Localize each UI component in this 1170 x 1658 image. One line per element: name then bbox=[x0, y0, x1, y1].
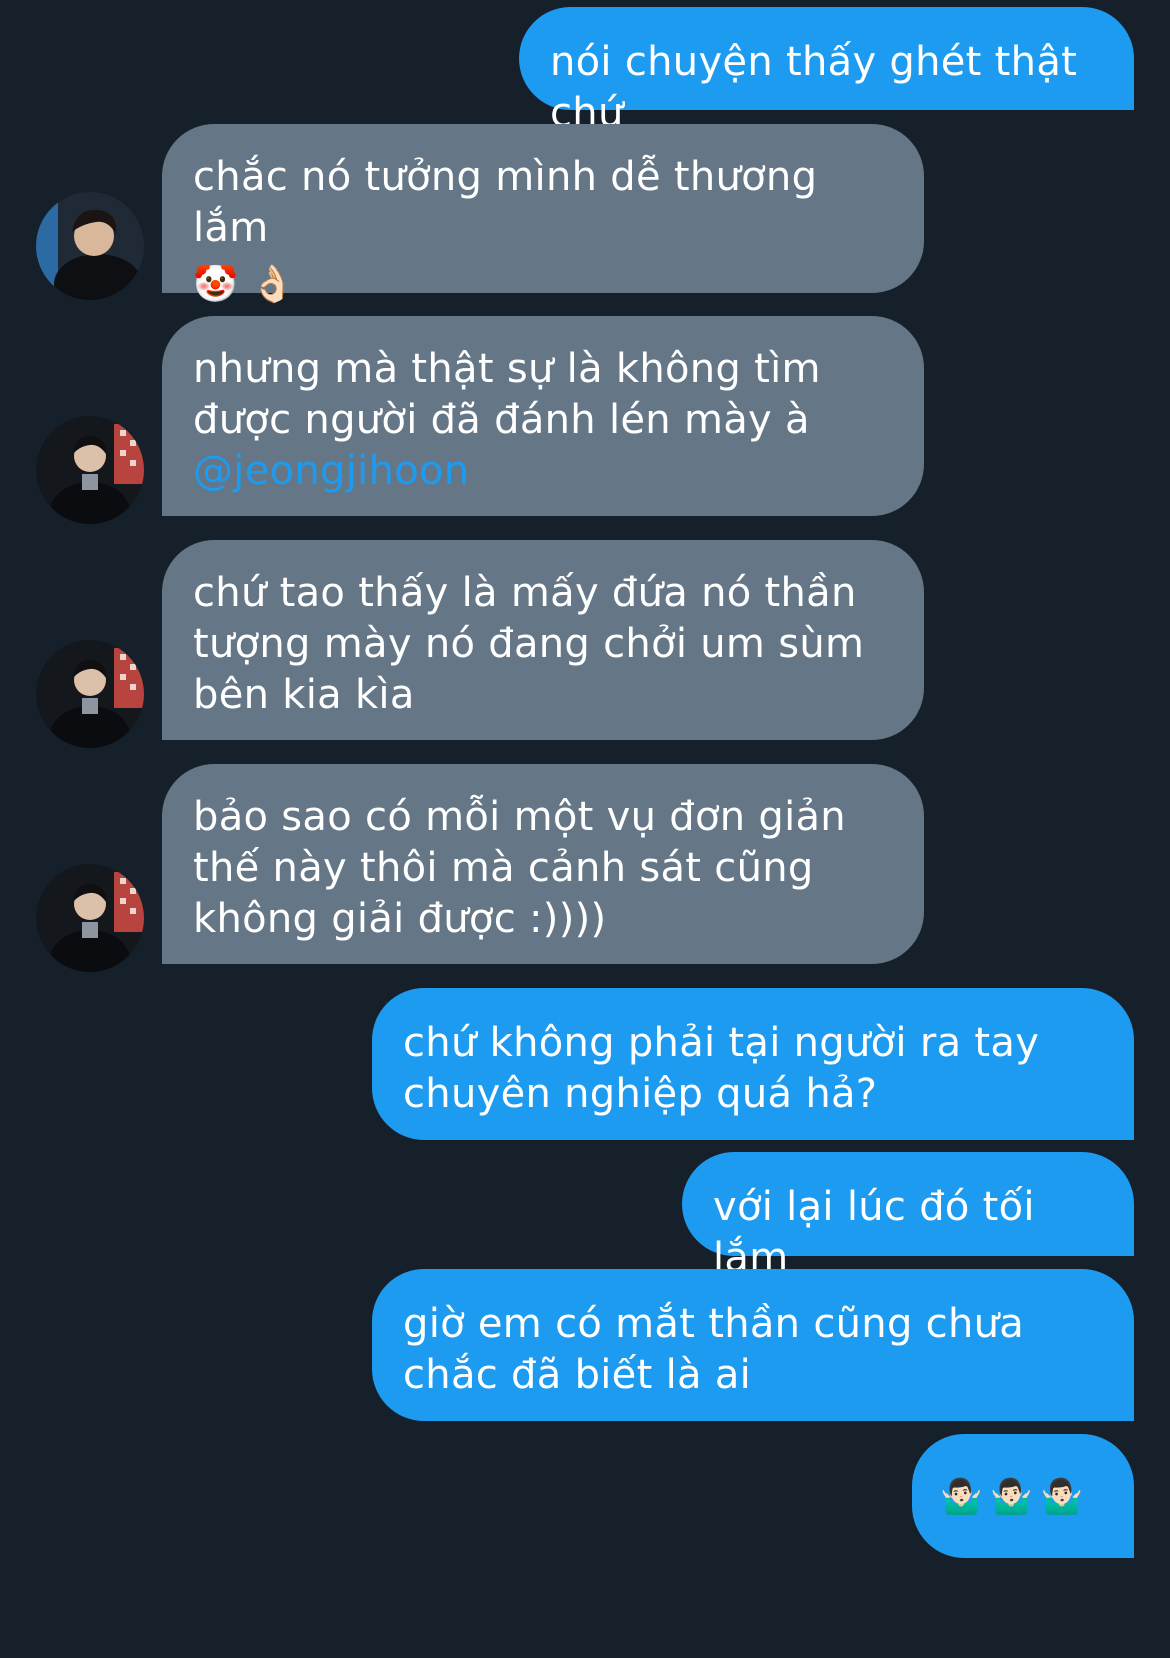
received-message-bubble[interactable]: chứ tao thấy là mấy đứa nó thần tượng mà… bbox=[162, 540, 924, 740]
contact-avatar[interactable] bbox=[36, 640, 144, 748]
sent-message-bubble[interactable]: với lại lúc đó tối lắm bbox=[682, 1152, 1134, 1281]
message-text: chắc nó tưởng mình dễ thương lắm bbox=[193, 154, 818, 251]
received-message-bubble[interactable]: bảo sao có mỗi một vụ đơn giản thế này t… bbox=[162, 764, 924, 964]
received-message-bubble[interactable]: nhưng mà thật sự là không tìm được người… bbox=[162, 316, 924, 516]
contact-avatar[interactable] bbox=[36, 192, 144, 300]
sent-message-bubble[interactable]: 🤷🏻‍♂️🤷🏻‍♂️🤷🏻‍♂️ bbox=[912, 1434, 1134, 1558]
message-text: với lại lúc đó tối lắm bbox=[713, 1184, 1035, 1281]
ok-hand-emoji-icon: 👌🏻 bbox=[250, 264, 296, 305]
sent-message-bubble[interactable]: nói chuyện thấy ghét thật chứ bbox=[519, 7, 1134, 136]
sent-message-bubble[interactable]: giờ em có mắt thần cũng chưa chắc đã biế… bbox=[372, 1269, 1134, 1421]
message-text: nói chuyện thấy ghét thật chứ bbox=[550, 39, 1078, 136]
contact-avatar[interactable] bbox=[36, 864, 144, 972]
message-text: chứ không phải tại người ra tay chuyên n… bbox=[403, 1020, 1040, 1117]
sent-message-bubble[interactable]: chứ không phải tại người ra tay chuyên n… bbox=[372, 988, 1134, 1140]
user-mention-link[interactable]: @jeongjihoon bbox=[193, 446, 894, 497]
clown-emoji-icon: 🤡 bbox=[193, 264, 239, 305]
message-text: chứ tao thấy là mấy đứa nó thần tượng mà… bbox=[193, 570, 865, 718]
received-message-bubble[interactable]: chắc nó tưởng mình dễ thương lắm 🤡 👌🏻 bbox=[162, 124, 924, 305]
message-text: bảo sao có mỗi một vụ đơn giản thế này t… bbox=[193, 794, 846, 942]
person-shrugging-emoji-icon: 🤷🏻‍♂️🤷🏻‍♂️🤷🏻‍♂️ bbox=[940, 1477, 1092, 1517]
contact-avatar[interactable] bbox=[36, 416, 144, 524]
message-text: nhưng mà thật sự là không tìm được người… bbox=[193, 346, 821, 443]
emoji-row: 🤡 👌🏻 bbox=[193, 258, 894, 310]
message-text: giờ em có mắt thần cũng chưa chắc đã biế… bbox=[403, 1301, 1025, 1398]
